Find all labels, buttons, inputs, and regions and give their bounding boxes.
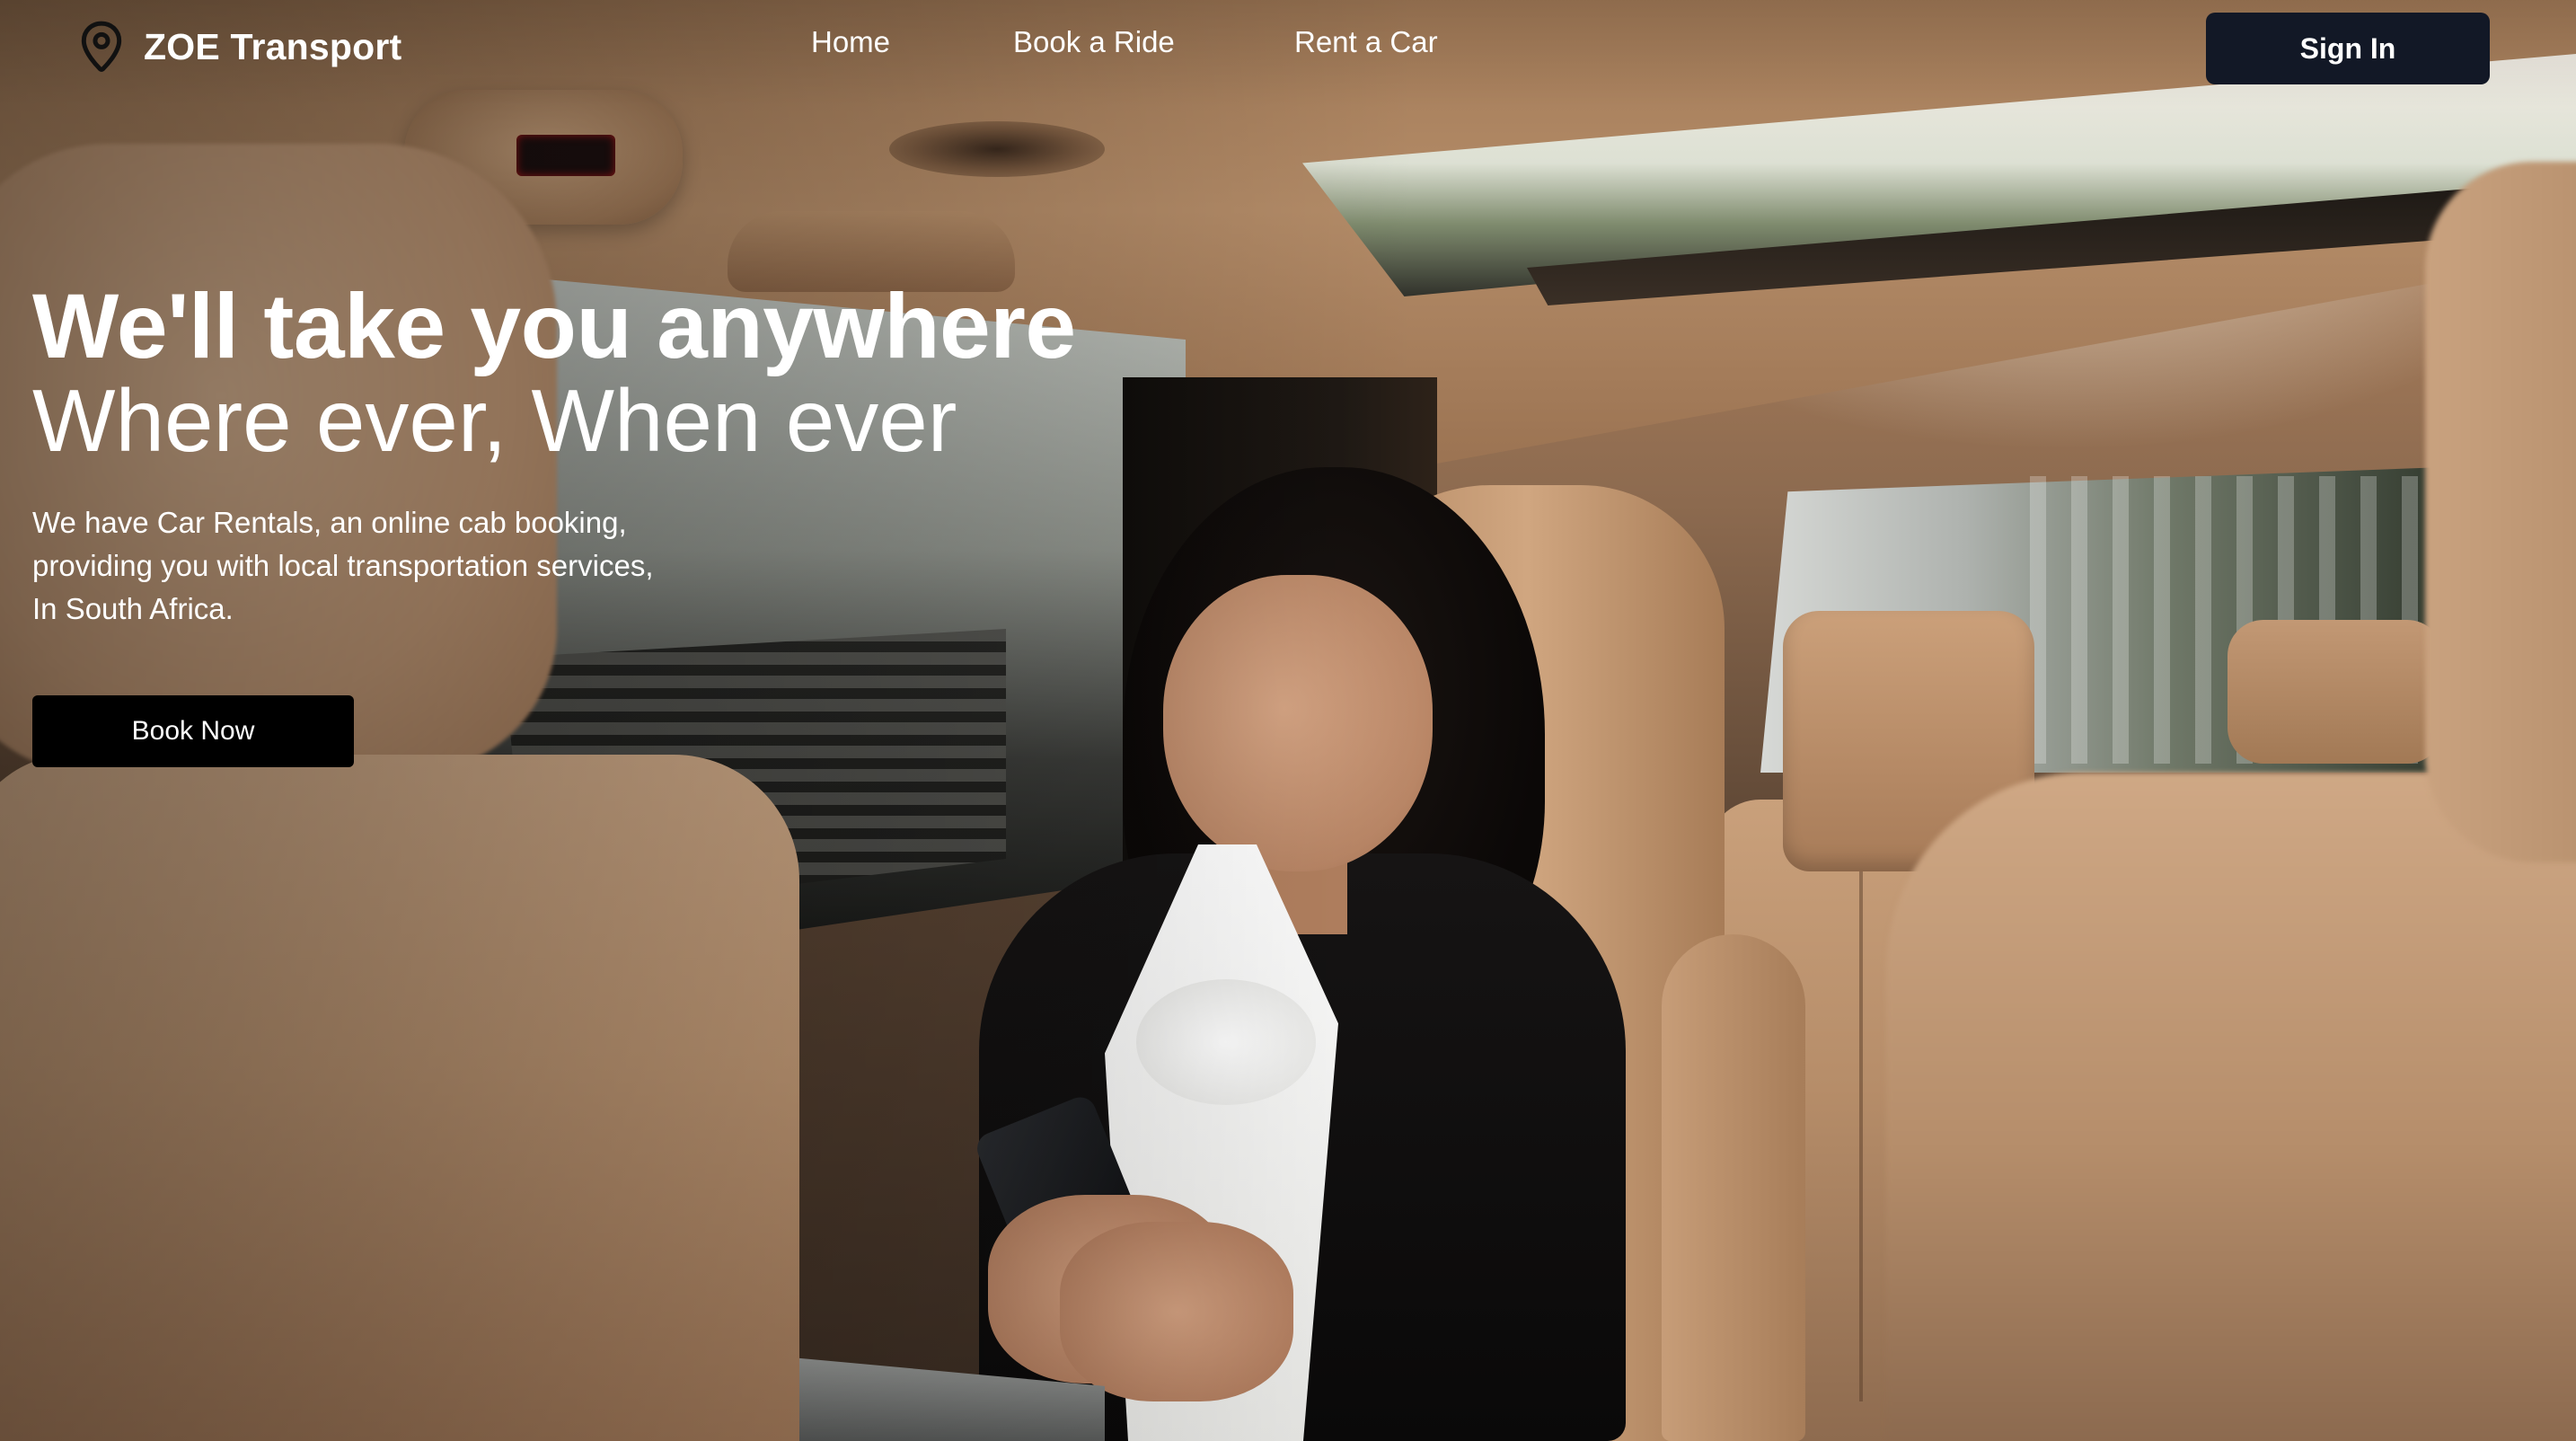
hero-description-line: providing you with local transportation … <box>32 549 654 582</box>
nav-links: Home Book a Ride Rent a Car <box>0 25 2576 70</box>
landing-page: ZOE Transport Home Book a Ride Rent a Ca… <box>0 0 2576 1441</box>
hero-subtitle: Where ever, When ever <box>32 371 957 470</box>
hero-overlay <box>0 0 2576 1441</box>
hero-section: We'll take you anywhere Where ever, When… <box>32 277 1200 631</box>
navbar: ZOE Transport Home Book a Ride Rent a Ca… <box>0 0 2576 93</box>
sign-in-button[interactable]: Sign In <box>2206 13 2490 84</box>
nav-link-book-a-ride[interactable]: Book a Ride <box>1013 25 1175 59</box>
hero-description-line: We have Car Rentals, an online cab booki… <box>32 506 627 539</box>
hero-description: We have Car Rentals, an online cab booki… <box>32 501 1200 631</box>
nav-link-rent-a-car[interactable]: Rent a Car <box>1294 25 1438 59</box>
hero-description-line: In South Africa. <box>32 592 234 625</box>
book-now-button[interactable]: Book Now <box>32 695 354 767</box>
nav-link-home[interactable]: Home <box>811 25 890 59</box>
hero-title: We'll take you anywhere <box>32 275 1076 377</box>
